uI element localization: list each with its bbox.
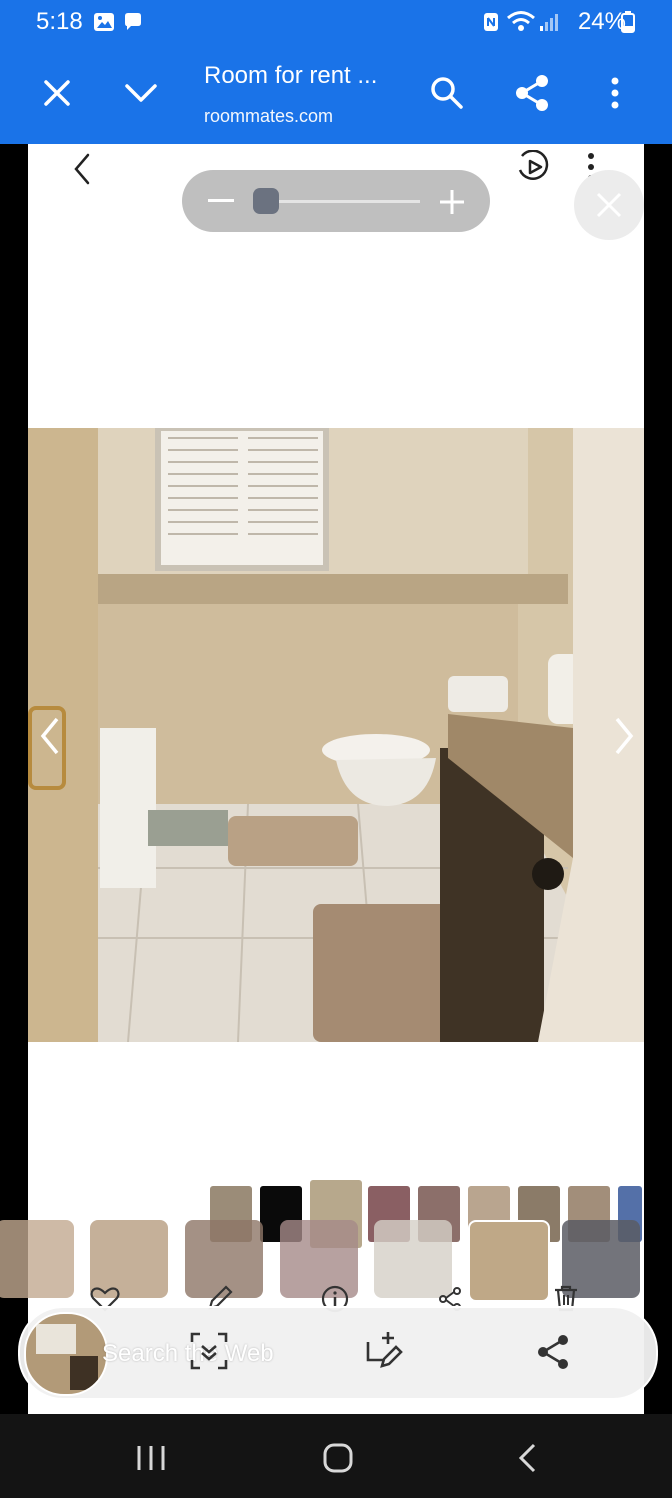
lens-search-bar[interactable]: Search the Web <box>18 1306 658 1400</box>
page-title: Room for rent ... <box>204 62 378 89</box>
status-bar: 5:18 24% <box>0 0 672 46</box>
share-icon[interactable] <box>536 1334 570 1370</box>
more-vert-icon[interactable] <box>610 76 620 110</box>
close-icon[interactable] <box>42 78 72 108</box>
bathroom-photo <box>28 428 644 1042</box>
battery-icon <box>621 11 635 33</box>
zoom-out-icon[interactable] <box>208 199 234 203</box>
browser-toolbar: Room for rent ... roommates.com <box>0 46 672 144</box>
status-time: 5:18 <box>36 8 83 35</box>
back-icon[interactable] <box>516 1442 538 1474</box>
page-url: roommates.com <box>204 106 334 126</box>
zoom-control[interactable] <box>182 170 490 232</box>
thumbnail[interactable] <box>0 1220 74 1298</box>
share-icon[interactable] <box>514 74 550 112</box>
close-viewer-button[interactable] <box>574 170 644 240</box>
nfc-icon <box>484 13 498 31</box>
thumbnail-selected[interactable] <box>468 1220 550 1302</box>
battery-percent: 24% <box>577 8 626 35</box>
zoom-slider-thumb[interactable] <box>253 188 279 214</box>
search-icon[interactable] <box>430 76 464 110</box>
bathroom-image <box>28 428 644 1042</box>
thumbnail-strip <box>0 1176 672 1313</box>
next-image-icon[interactable] <box>612 716 636 756</box>
close-icon[interactable] <box>595 191 623 219</box>
lens-search-placeholder[interactable]: Search the Web <box>102 1340 274 1368</box>
lens-thumbnail[interactable] <box>24 1312 108 1396</box>
crop-edit-icon[interactable] <box>362 1330 404 1372</box>
previous-image-icon[interactable] <box>38 716 62 756</box>
gallery-icon <box>94 13 114 31</box>
signal-icon <box>540 14 558 31</box>
back-icon[interactable] <box>72 152 92 186</box>
wifi-icon <box>507 11 535 31</box>
system-navigation-bar <box>0 1414 672 1498</box>
chevron-down-icon[interactable] <box>124 82 158 104</box>
home-icon[interactable] <box>322 1442 354 1474</box>
zoom-in-icon[interactable] <box>439 189 465 215</box>
motion-play-icon[interactable] <box>516 150 552 184</box>
recents-icon[interactable] <box>136 1444 166 1472</box>
scan-icon[interactable] <box>190 1332 228 1370</box>
chat-icon <box>125 13 141 30</box>
